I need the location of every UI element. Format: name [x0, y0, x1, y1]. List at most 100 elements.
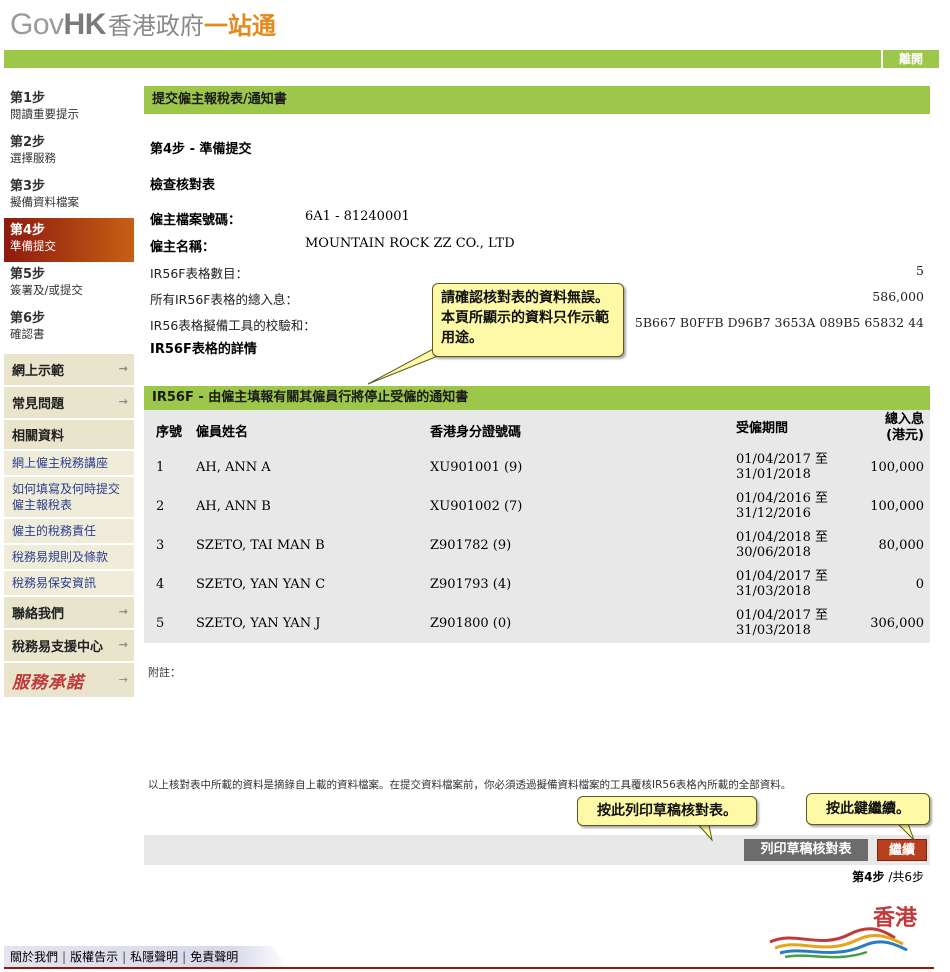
checklist-footnote: 以上核對表中所載的資料是摘錄自上載的資料檔案。在提交資料檔案前，你必須透過擬備資…	[148, 779, 792, 791]
arrow-right-icon: →	[118, 673, 128, 686]
footer-line	[4, 967, 934, 969]
row-period-from: 01/04/2017 至	[736, 569, 829, 584]
footer-link-privacy[interactable]: 私隱聲明	[130, 950, 178, 964]
step-indicator: 第4步 /共6步	[852, 868, 924, 885]
print-draft-button[interactable]: 列印草稿核對表	[744, 839, 868, 861]
row-period-to: 31/03/2018	[736, 623, 811, 638]
col-period-header: 受僱期間	[736, 421, 789, 436]
row-period: 01/04/2017 至 31/01/2018	[736, 452, 828, 482]
row-id: Z901782 (9)	[430, 538, 512, 553]
table-header: 序號 僱員姓名 香港身分證號碼 受僱期間 總入息 (港元)	[144, 410, 930, 448]
employer-name-value: MOUNTAIN ROCK ZZ CO., LTD	[305, 236, 515, 251]
row-period-from: 01/04/2016 至	[736, 491, 829, 506]
menu-service-pledge[interactable]: 服務承諾 →	[4, 663, 134, 697]
top-bar: 離開	[4, 50, 939, 68]
row-period: 01/04/2017 至 31/03/2018	[736, 569, 828, 599]
step-1: 第1步 閱讀重要提示	[4, 86, 134, 130]
step-5: 第5步 簽署及/或提交	[4, 262, 134, 306]
menu-related-seminar[interactable]: 網上僱主稅務講座	[4, 451, 134, 477]
row-period-to: 31/12/2016	[736, 506, 811, 521]
row-no: 5	[156, 616, 165, 631]
row-name: SZETO, TAI MAN B	[196, 538, 325, 553]
step-title: 第3步	[10, 179, 46, 194]
service-pledge-logo: 服務承諾	[12, 673, 84, 693]
footer-separator: |	[62, 950, 67, 964]
page-title: 提交僱主報稅表/通知書	[144, 86, 930, 114]
footer-link-about[interactable]: 關於我們	[10, 950, 58, 964]
table-row: 4 SZETO, YAN YAN C Z901793 (4) 01/04/201…	[144, 565, 930, 604]
arrow-right-icon: →	[118, 395, 128, 408]
step-indicator-current: 第4步	[852, 870, 885, 884]
row-period-to: 30/06/2018	[736, 545, 811, 560]
col-name-header: 僱員姓名	[196, 425, 249, 440]
col-total-header-line1: 總入息	[884, 412, 924, 427]
menu-support-label: 稅務易支援中心	[12, 640, 104, 655]
col-total-header: 總入息 (港元)	[885, 412, 924, 444]
govhk-logo[interactable]: Gov HK 香港政府 一站通	[10, 6, 276, 42]
file-number-value: 6A1 - 81240001	[305, 209, 410, 224]
row-period-to: 31/01/2018	[736, 467, 811, 482]
menu-support[interactable]: 稅務易支援中心 →	[4, 630, 134, 663]
step-desc: 選擇服務	[10, 151, 56, 165]
step-desc: 簽署及/或提交	[10, 283, 83, 297]
checksum-label: IR56表格擬備工具的校驗和：	[150, 318, 316, 333]
step-title: 第5步	[10, 267, 46, 282]
col-id-header: 香港身分證號碼	[430, 425, 522, 440]
row-period-from: 01/04/2018 至	[736, 530, 829, 545]
employer-name-label: 僱主名稱：	[150, 240, 216, 255]
main-content: 提交僱主報稅表/通知書 第4步 - 準備提交 檢查核對表 僱主檔案號碼： 6A1…	[144, 86, 930, 884]
menu-faq[interactable]: 常見問題 →	[4, 387, 134, 420]
menu-contact-label: 聯絡我們	[12, 607, 65, 622]
row-total: 80,000	[878, 538, 925, 553]
table-row: 5 SZETO, YAN YAN J Z901800 (0) 01/04/201…	[144, 604, 930, 643]
row-no: 4	[156, 577, 165, 592]
step-2: 第2步 選擇服務	[4, 130, 134, 174]
row-total: 100,000	[870, 460, 924, 475]
sidebar: 第1步 閱讀重要提示 第2步 選擇服務 第3步 擬備資料檔案 第4步 準備提交 …	[4, 86, 134, 697]
logo-gov-text: Gov	[10, 8, 64, 41]
menu-demo[interactable]: 網上示範 →	[4, 354, 134, 387]
menu-related-heading: 相關資料	[4, 420, 134, 451]
row-no: 2	[156, 499, 165, 514]
arrow-right-icon: →	[118, 638, 128, 651]
step-6: 第6步 確認書	[4, 306, 134, 350]
footer-separator: |	[122, 950, 127, 964]
table-row: 1 AH, ANN A XU901001 (9) 01/04/2017 至 31/…	[144, 448, 930, 487]
row-period-from: 01/04/2017 至	[736, 608, 829, 623]
form-count-label: IR56F表格數目：	[150, 266, 248, 281]
brand-hk-text: 香港	[873, 906, 918, 931]
arrow-right-icon: →	[118, 605, 128, 618]
row-no: 3	[156, 538, 165, 553]
step-3: 第3步 擬備資料檔案	[4, 174, 134, 218]
step-indicator-total: /共6步	[888, 870, 924, 884]
menu-related-how-to-file[interactable]: 如何填寫及何時提交僱主報稅表	[4, 477, 134, 519]
menu-related-security[interactable]: 稅務易保安資訊	[4, 571, 134, 597]
step-desc: 確認書	[10, 327, 45, 341]
col-total-header-line2: (港元)	[886, 428, 924, 443]
row-period: 01/04/2017 至 31/03/2018	[736, 608, 828, 638]
row-no: 1	[156, 460, 165, 475]
step-heading: 第4步 - 準備提交	[150, 142, 252, 157]
file-number-label: 僱主檔案號碼：	[150, 213, 242, 228]
menu-related-terms[interactable]: 稅務易規則及條款	[4, 545, 134, 571]
menu-contact[interactable]: 聯絡我們 →	[4, 597, 134, 630]
footer-link-copyright[interactable]: 版權告示	[70, 950, 118, 964]
footer-link-disclaimer[interactable]: 免責聲明	[190, 950, 238, 964]
checksum-value: 5B667 B0FFB D96B7 3653A 089B5 65832 44	[634, 315, 924, 330]
row-name: SZETO, YAN YAN C	[196, 577, 326, 592]
row-period: 01/04/2018 至 30/06/2018	[736, 530, 828, 560]
row-name: AH, ANN B	[196, 499, 271, 514]
row-name: SZETO, YAN YAN J	[196, 616, 321, 631]
logout-button[interactable]: 離開	[881, 50, 939, 68]
menu-related-tax-obligation[interactable]: 僱主的稅務責任	[4, 519, 134, 545]
step-4-current: 第4步 準備提交	[4, 218, 134, 262]
employee-table: 序號 僱員姓名 香港身分證號碼 受僱期間 總入息 (港元) 1 AH, ANN …	[144, 410, 930, 643]
step-title: 第6步	[10, 311, 46, 326]
row-id: Z901800 (0)	[430, 616, 512, 631]
row-id: XU901001 (9)	[430, 460, 523, 475]
step-desc: 擬備資料檔案	[10, 195, 79, 209]
menu-demo-label: 網上示範	[12, 364, 65, 379]
logo-zh-text: 香港政府	[107, 12, 204, 40]
row-period-to: 31/03/2018	[736, 584, 811, 599]
remark-label: 附註：	[148, 666, 181, 679]
